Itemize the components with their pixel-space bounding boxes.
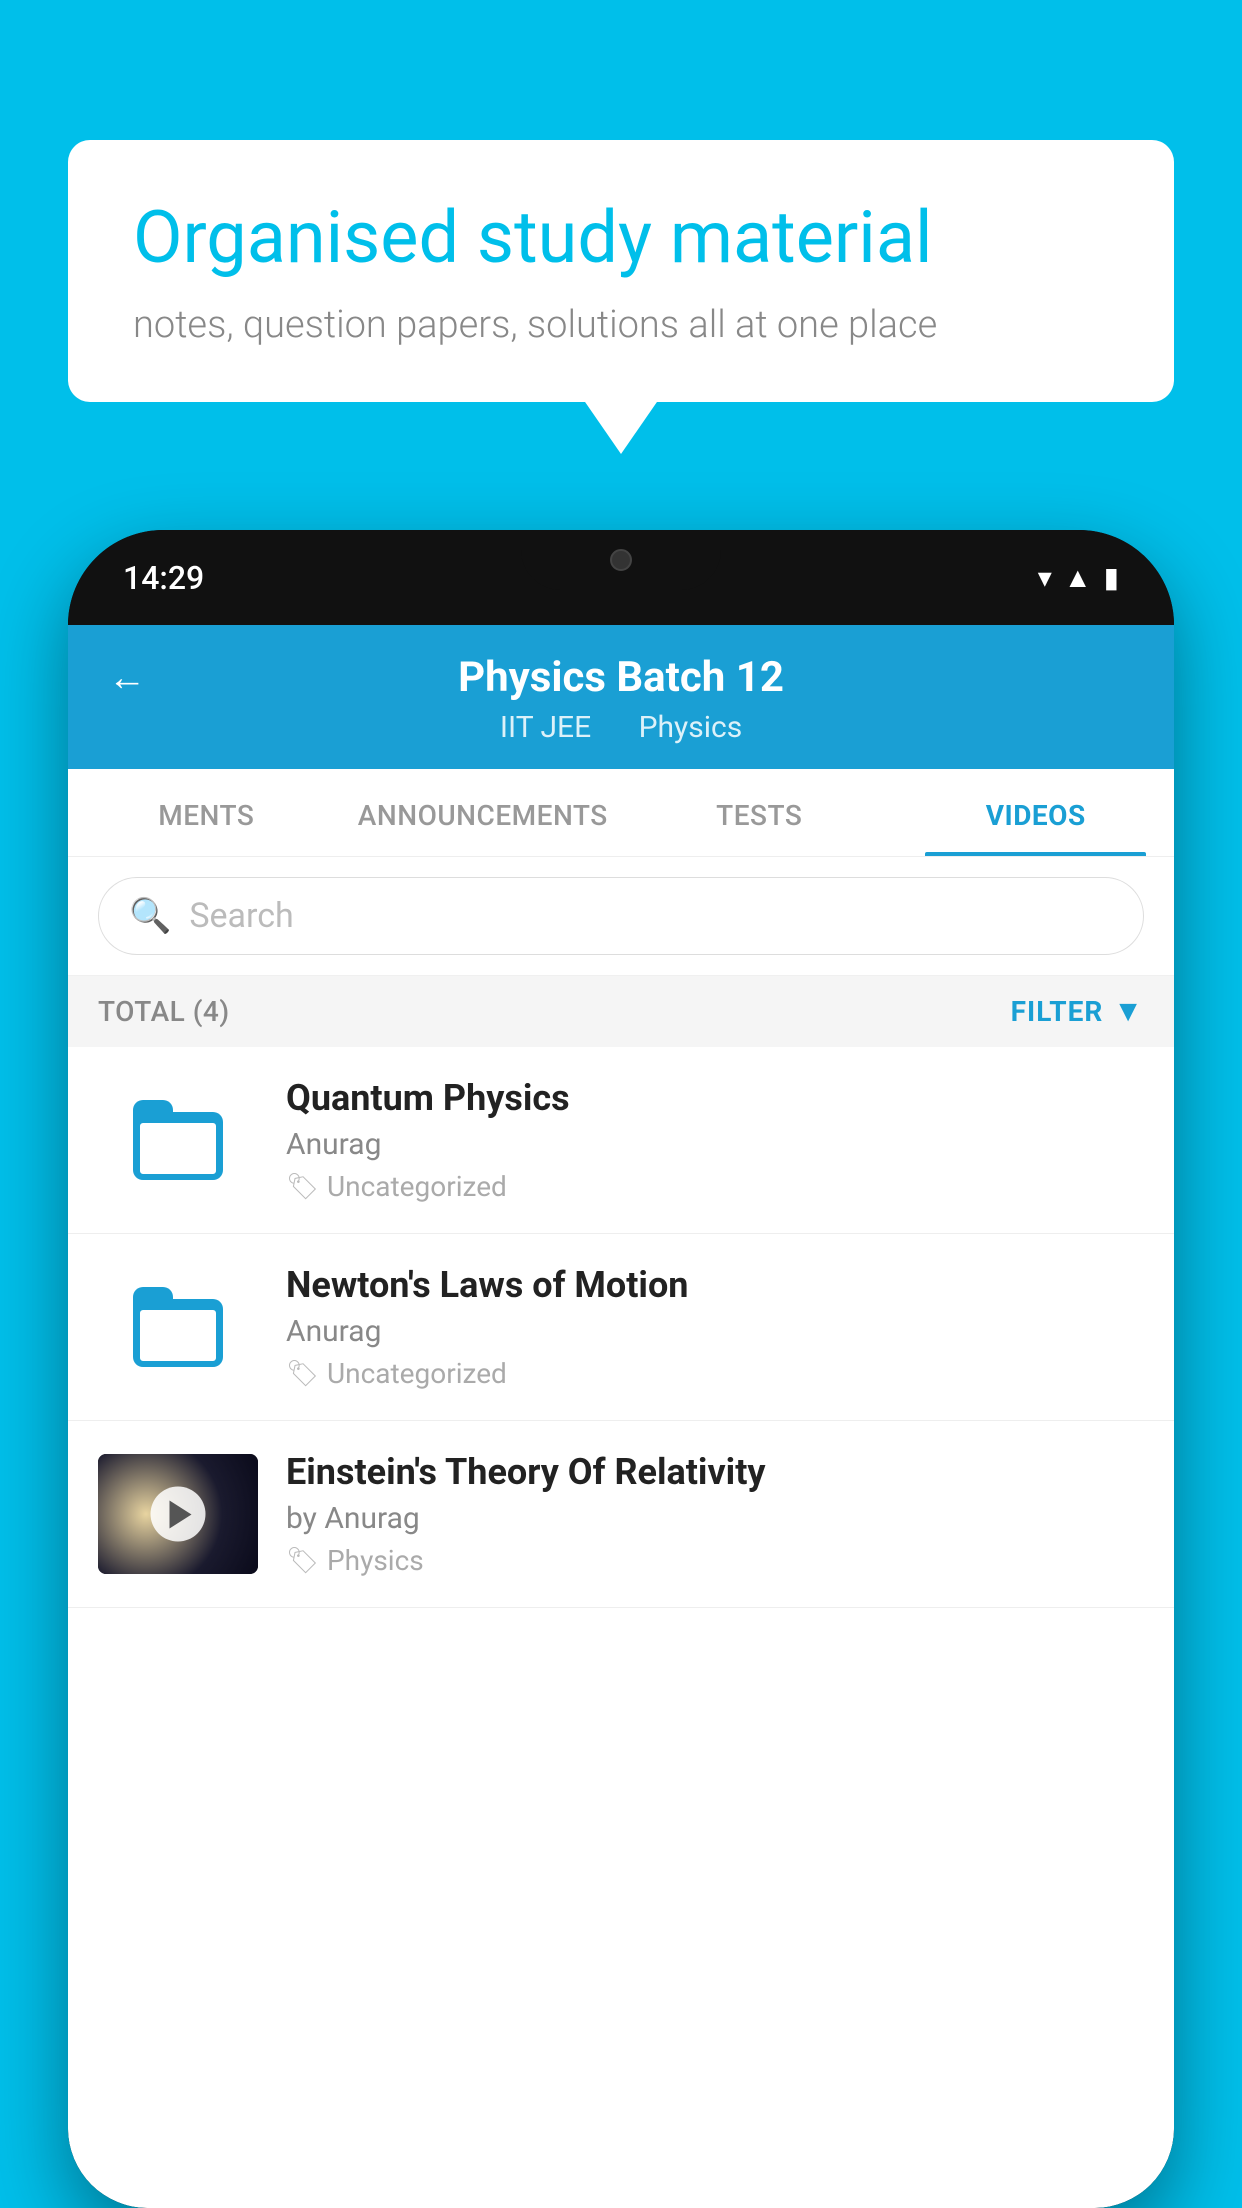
- folder-thumbnail-quantum: [98, 1080, 258, 1200]
- search-icon: 🔍: [129, 896, 171, 936]
- tab-tests[interactable]: TESTS: [621, 769, 898, 856]
- speech-bubble: Organised study material notes, question…: [68, 140, 1174, 402]
- video-thumbnail-einstein: [98, 1454, 258, 1574]
- video-title: Newton's Laws of Motion: [286, 1264, 1144, 1306]
- search-container: 🔍 Search: [68, 857, 1174, 976]
- video-title: Quantum Physics: [286, 1077, 1144, 1119]
- video-info-einstein: Einstein's Theory Of Relativity by Anura…: [286, 1451, 1144, 1577]
- speech-bubble-container: Organised study material notes, question…: [68, 140, 1174, 402]
- tag-label: Uncategorized: [327, 1170, 507, 1203]
- tag-label: Uncategorized: [327, 1357, 507, 1390]
- speech-bubble-subtitle: notes, question papers, solutions all at…: [133, 303, 1109, 347]
- video-tag: 🏷 Physics: [286, 1544, 1144, 1577]
- video-info-quantum: Quantum Physics Anurag 🏷 Uncategorized: [286, 1077, 1144, 1203]
- tag-label: Physics: [327, 1544, 424, 1577]
- total-count-label: TOTAL (4): [98, 995, 230, 1028]
- app-title: Physics Batch 12: [458, 653, 784, 702]
- subtitle-physics: Physics: [639, 710, 743, 745]
- front-camera: [610, 549, 632, 571]
- play-triangle-icon: [169, 1500, 191, 1528]
- status-bar: 14:29 ▾ ▲ ▮: [68, 530, 1174, 625]
- status-icons: ▾ ▲ ▮: [1038, 561, 1119, 594]
- tabs-bar: MENTS ANNOUNCEMENTS TESTS VIDEOS: [68, 769, 1174, 857]
- app-screen: ← Physics Batch 12 IIT JEE Physics MENTS…: [68, 625, 1174, 2208]
- list-item[interactable]: Quantum Physics Anurag 🏷 Uncategorized: [68, 1047, 1174, 1234]
- tag-icon: 🏷: [286, 1172, 319, 1202]
- list-item[interactable]: Einstein's Theory Of Relativity by Anura…: [68, 1421, 1174, 1608]
- app-header-top: ← Physics Batch 12: [108, 653, 1134, 702]
- battery-icon: ▮: [1104, 561, 1119, 594]
- filter-label: FILTER: [1011, 995, 1104, 1028]
- status-time: 14:29: [123, 559, 204, 597]
- video-info-newton: Newton's Laws of Motion Anurag 🏷 Uncateg…: [286, 1264, 1144, 1390]
- video-author: Anurag: [286, 1314, 1144, 1349]
- search-placeholder: Search: [189, 896, 293, 936]
- video-title: Einstein's Theory Of Relativity: [286, 1451, 1144, 1493]
- video-tag: 🏷 Uncategorized: [286, 1170, 1144, 1203]
- app-subtitle: IIT JEE Physics: [490, 710, 752, 745]
- video-author: Anurag: [286, 1127, 1144, 1162]
- phone-notch: [521, 530, 721, 590]
- video-list: Quantum Physics Anurag 🏷 Uncategorized: [68, 1047, 1174, 2208]
- tab-videos[interactable]: VIDEOS: [898, 769, 1175, 856]
- app-header: ← Physics Batch 12 IIT JEE Physics: [68, 625, 1174, 769]
- search-bar[interactable]: 🔍 Search: [98, 877, 1144, 955]
- list-item[interactable]: Newton's Laws of Motion Anurag 🏷 Uncateg…: [68, 1234, 1174, 1421]
- signal-icon: ▲: [1064, 561, 1092, 594]
- play-button[interactable]: [151, 1487, 206, 1542]
- tab-announcements[interactable]: ANNOUNCEMENTS: [345, 769, 622, 856]
- video-tag: 🏷 Uncategorized: [286, 1357, 1144, 1390]
- tab-ments[interactable]: MENTS: [68, 769, 345, 856]
- back-button[interactable]: ←: [108, 656, 146, 700]
- filter-button[interactable]: FILTER ▼: [1011, 994, 1144, 1029]
- tag-icon: 🏷: [286, 1546, 319, 1576]
- phone-frame: 14:29 ▾ ▲ ▮ ← Physics Batch 12 IIT JEE P…: [68, 530, 1174, 2208]
- thumbnail-image: [98, 1454, 258, 1574]
- folder-icon: [133, 1287, 223, 1367]
- filter-funnel-icon: ▼: [1113, 994, 1144, 1029]
- folder-thumbnail-newton: [98, 1267, 258, 1387]
- speech-bubble-title: Organised study material: [133, 195, 1109, 281]
- subtitle-iitjee: IIT JEE: [500, 710, 591, 745]
- video-author: by Anurag: [286, 1501, 1144, 1536]
- folder-icon: [133, 1100, 223, 1180]
- filter-row: TOTAL (4) FILTER ▼: [68, 976, 1174, 1047]
- wifi-icon: ▾: [1038, 561, 1052, 594]
- tag-icon: 🏷: [286, 1359, 319, 1389]
